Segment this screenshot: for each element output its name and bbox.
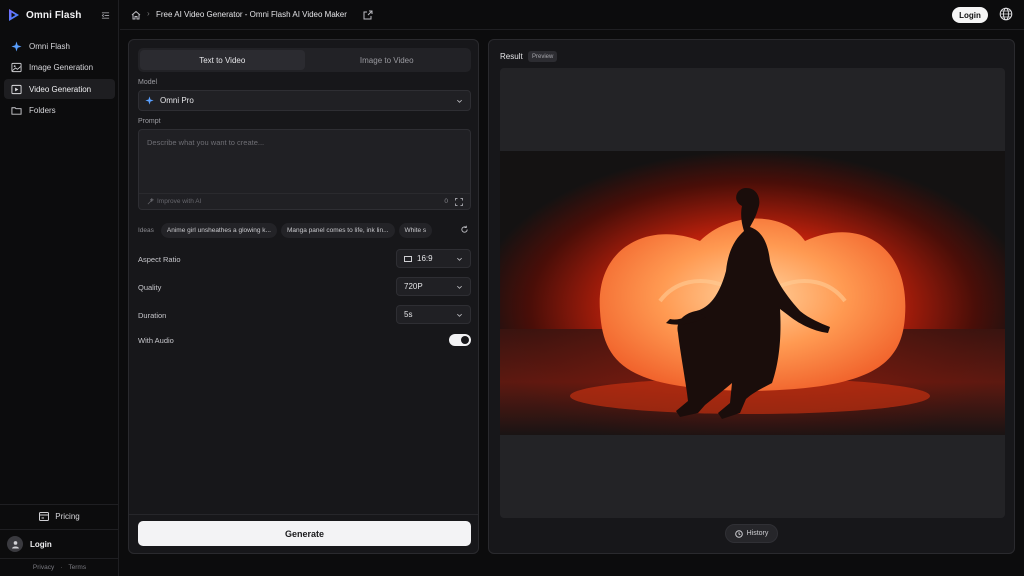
prompt-placeholder: Describe what you want to create...	[147, 138, 265, 147]
history-label: History	[746, 530, 769, 537]
idea-chip[interactable]: White s	[398, 222, 433, 238]
duration-label: Duration	[138, 311, 167, 320]
clock-icon	[734, 529, 743, 538]
sidebar-nav: Omni Flash Image Generation Video Genera…	[4, 36, 115, 122]
app-root: Omni Flash Omni Flash Image Generation V…	[0, 0, 1024, 576]
quality-value: 720P	[404, 282, 423, 291]
prompt-label: Prompt	[138, 118, 161, 125]
breadcrumb-separator: ›	[147, 9, 150, 18]
image-icon	[11, 62, 22, 73]
pricing-link[interactable]: Pricing	[0, 504, 119, 528]
ideas-label: Ideas	[138, 226, 154, 234]
tab-text-to-video[interactable]: Text to Video	[140, 50, 305, 70]
prompt-footer: Improve with AI 0	[139, 193, 470, 209]
sidebar-item-folders[interactable]: Folders	[4, 101, 115, 121]
pricing-label: Pricing	[55, 512, 80, 521]
char-count: 0	[444, 198, 448, 205]
divider	[129, 514, 478, 515]
pricing-icon	[39, 512, 50, 521]
share-icon[interactable]	[362, 9, 374, 21]
prompt-textarea[interactable]: Describe what you want to create... Impr…	[138, 129, 471, 210]
sidebar-item-label: Folders	[29, 106, 56, 115]
history-button[interactable]: History	[725, 524, 778, 543]
globe-icon[interactable]	[999, 7, 1013, 21]
ideas-row: Ideas Anime girl unsheathes a glowing k.…	[138, 222, 471, 238]
privacy-link[interactable]: Privacy	[33, 564, 54, 571]
user-icon	[11, 540, 19, 549]
sidebar-item-label: Image Generation	[29, 63, 94, 72]
top-header: › Free AI Video Generator - Omni Flash A…	[120, 0, 1024, 30]
sidebar: Omni Flash Omni Flash Image Generation V…	[0, 0, 119, 576]
duration-select[interactable]: 5s	[396, 305, 471, 324]
brand-name: Omni Flash	[26, 9, 82, 21]
mode-tabs: Text to Video Image to Video	[138, 48, 471, 72]
idea-chip[interactable]: Manga panel comes to life, ink lin...	[280, 222, 395, 238]
sidebar-item-omni-flash[interactable]: Omni Flash	[4, 36, 115, 56]
duration-value: 5s	[404, 310, 413, 319]
sidebar-login[interactable]: Login	[0, 529, 119, 558]
toggle-knob	[461, 336, 469, 344]
sidebar-login-label: Login	[30, 539, 52, 549]
collapse-sidebar-icon[interactable]	[99, 9, 111, 21]
avatar	[7, 536, 23, 552]
video-icon	[11, 84, 22, 94]
terms-link[interactable]: Terms	[68, 564, 86, 571]
quality-select[interactable]: 720P	[396, 277, 471, 296]
expand-icon[interactable]	[455, 198, 463, 206]
chevron-down-icon	[457, 257, 462, 261]
omni-flash-logo-icon	[9, 9, 19, 21]
brand[interactable]: Omni Flash	[8, 7, 81, 23]
aspect-ratio-label: Aspect Ratio	[138, 255, 181, 264]
tab-image-to-video[interactable]: Image to Video	[305, 50, 470, 70]
result-panel: Result Preview History	[488, 39, 1015, 554]
result-title: Result	[500, 52, 523, 61]
aspect-ratio-icon	[404, 255, 412, 262]
preview-badge: Preview	[528, 51, 558, 62]
improve-label: Improve with AI	[157, 198, 202, 205]
sidebar-item-label: Video Generation	[29, 84, 92, 94]
folder-icon	[11, 107, 22, 115]
generate-button[interactable]: Generate	[138, 521, 471, 546]
refresh-icon[interactable]	[460, 225, 469, 234]
model-label: Model	[138, 79, 158, 86]
model-value: Omni Pro	[160, 96, 194, 105]
sidebar-item-image-generation[interactable]: Image Generation	[4, 58, 115, 78]
magic-wand-icon	[147, 198, 154, 205]
preview-image	[500, 151, 1005, 435]
sidebar-item-video-generation[interactable]: Video Generation	[4, 79, 115, 99]
aspect-ratio-select[interactable]: 16:9	[396, 249, 471, 268]
aspect-ratio-value: 16:9	[417, 254, 433, 263]
chevron-down-icon	[457, 99, 462, 103]
preview-area	[500, 68, 1005, 518]
generator-panel: Text to Video Image to Video Model Omni …	[128, 39, 479, 554]
chevron-down-icon	[457, 285, 462, 289]
legal-links: Privacy · Terms	[0, 558, 119, 576]
with-audio-label: With Audio	[138, 336, 174, 345]
model-select[interactable]: Omni Pro	[138, 90, 471, 111]
legal-separator: ·	[60, 564, 63, 571]
page-title: Free AI Video Generator - Omni Flash AI …	[156, 10, 347, 19]
chevron-down-icon	[457, 313, 462, 317]
quality-label: Quality	[138, 283, 162, 292]
model-sparkle-icon	[145, 96, 154, 105]
sparkle-icon	[11, 40, 22, 52]
idea-chip[interactable]: Anime girl unsheathes a glowing k...	[160, 222, 277, 238]
login-button[interactable]: Login	[952, 7, 988, 23]
with-audio-toggle[interactable]	[449, 334, 471, 346]
home-icon[interactable]	[130, 9, 142, 21]
improve-with-ai-button[interactable]: Improve with AI	[147, 198, 201, 205]
sidebar-item-label: Omni Flash	[29, 41, 70, 51]
